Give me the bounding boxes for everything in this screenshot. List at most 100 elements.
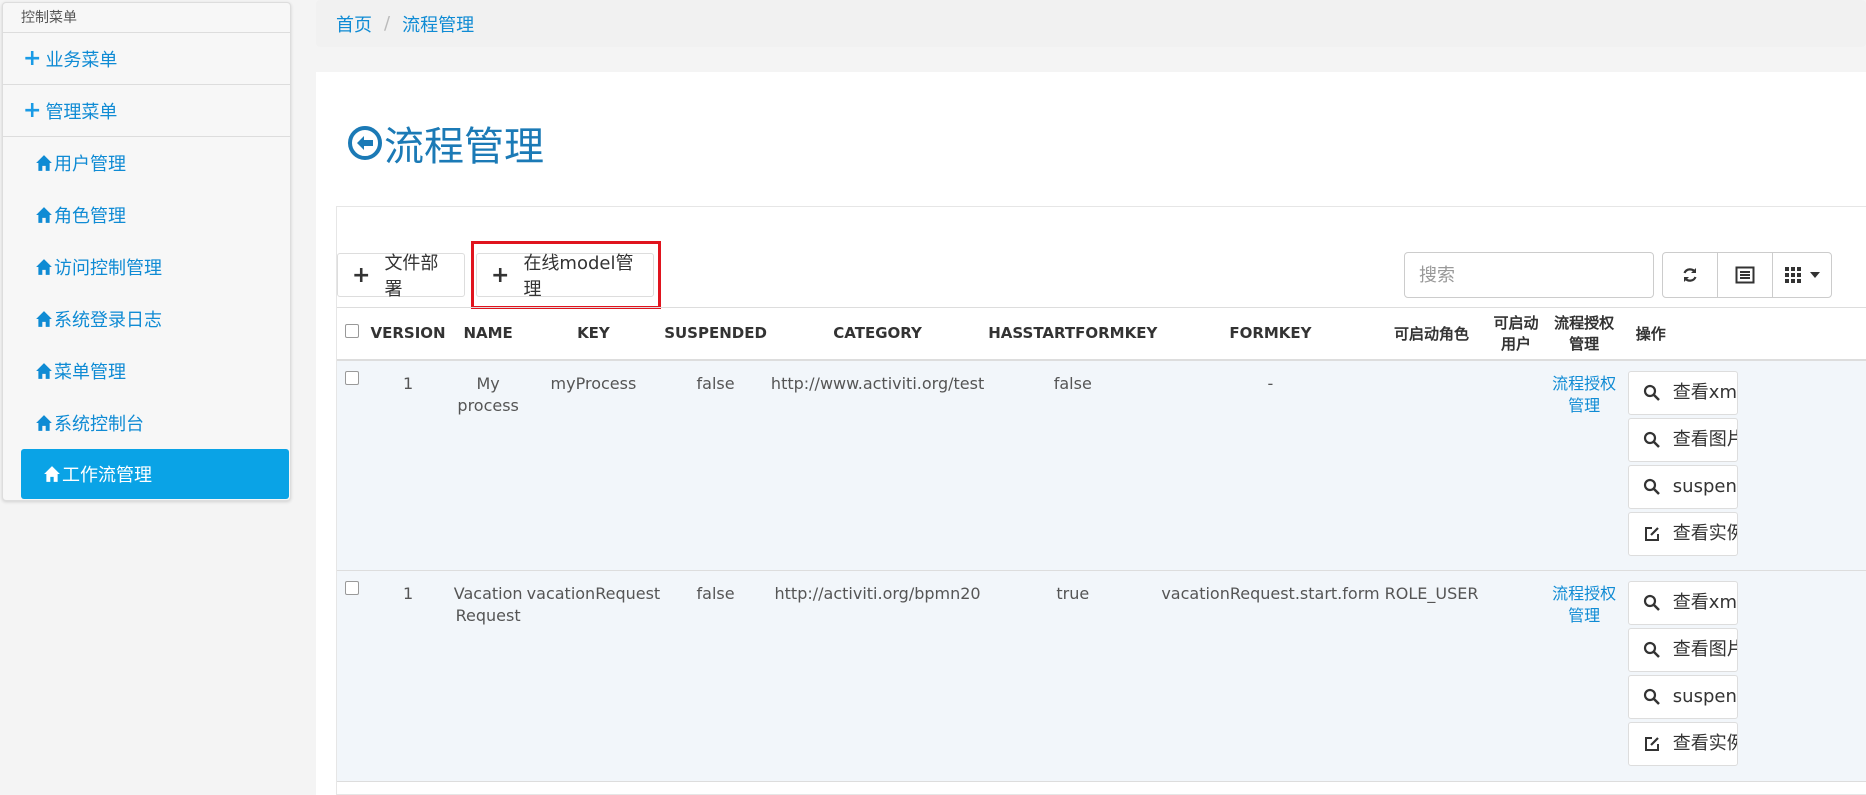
breadcrumb-home[interactable]: 首页 bbox=[336, 11, 372, 37]
select-all-cell bbox=[337, 308, 367, 360]
row-checkbox[interactable] bbox=[344, 581, 359, 595]
cell-roles bbox=[1380, 360, 1484, 571]
search-input[interactable] bbox=[1404, 252, 1654, 298]
circle-arrow-left-icon[interactable] bbox=[348, 126, 382, 160]
cell-auth: 流程授权管理 bbox=[1549, 360, 1620, 571]
op-label: suspend bbox=[1672, 686, 1737, 707]
column-header[interactable]: 操作 bbox=[1620, 308, 1866, 360]
refresh-button[interactable] bbox=[1662, 252, 1718, 298]
column-header[interactable]: KEY bbox=[527, 308, 661, 360]
table-row: 1 Vacation Request vacationRequest false… bbox=[337, 570, 1866, 782]
search-icon bbox=[1643, 594, 1660, 611]
home-icon bbox=[36, 311, 52, 327]
column-header[interactable]: VERSION bbox=[367, 308, 450, 360]
cell-suspended: false bbox=[696, 373, 735, 393]
breadcrumb-separator: / bbox=[384, 13, 391, 34]
op-label: 查看xml bbox=[1672, 592, 1738, 613]
auth-manage-link[interactable]: 流程授权管理 bbox=[1552, 374, 1616, 415]
caret-down-icon bbox=[1810, 272, 1820, 278]
columns-dropdown-button[interactable] bbox=[1772, 252, 1832, 298]
cell-roles: ROLE_USER bbox=[1384, 584, 1479, 603]
cell-category: http://www.activiti.org/test bbox=[770, 373, 985, 393]
home-icon bbox=[36, 363, 52, 379]
cell-version: 1 bbox=[402, 373, 414, 393]
op-label: 查看实例 bbox=[1672, 522, 1738, 544]
sidebar-item-login-log[interactable]: 系统登录日志 bbox=[3, 293, 290, 345]
column-header[interactable]: CATEGORY bbox=[771, 308, 984, 360]
cell-formkey: - bbox=[1267, 373, 1274, 393]
home-icon bbox=[36, 259, 52, 275]
column-header[interactable]: 流程授权管理 bbox=[1549, 308, 1620, 360]
search-icon bbox=[1643, 384, 1660, 401]
edit-icon bbox=[1644, 737, 1659, 751]
column-header[interactable]: 可启动角色 bbox=[1380, 308, 1484, 360]
view-image-button[interactable]: 查看图片 bbox=[1627, 417, 1738, 462]
view-instances-button[interactable]: 查看实例 bbox=[1627, 722, 1738, 766]
home-icon bbox=[44, 466, 60, 482]
column-header[interactable]: HASSTARTFORMKEY bbox=[984, 308, 1161, 360]
column-header[interactable]: SUSPENDED bbox=[660, 308, 771, 360]
sidebar-item-label: 工作流管理 bbox=[62, 465, 152, 486]
column-header[interactable]: 可启动用户 bbox=[1484, 308, 1549, 360]
home-icon bbox=[36, 207, 52, 223]
column-header[interactable]: NAME bbox=[450, 308, 527, 360]
highlight-box bbox=[471, 241, 661, 309]
toggle-view-button[interactable] bbox=[1717, 252, 1773, 298]
sidebar-item-label: 访问控制管理 bbox=[54, 258, 162, 279]
sidebar-item-label: 用户管理 bbox=[54, 154, 126, 175]
cell-hasstartformkey: false bbox=[1053, 373, 1092, 393]
sidebar: 控制菜单 + 业务菜单 + 管理菜单 用户管理 角色管理 访问控制管理 系统登录… bbox=[2, 2, 291, 501]
row-checkbox[interactable] bbox=[344, 370, 359, 385]
auth-manage-link[interactable]: 流程授权管理 bbox=[1552, 584, 1616, 625]
op-label: 查看图片 bbox=[1672, 428, 1738, 450]
cell-formkey: vacationRequest.start.form bbox=[1161, 584, 1380, 603]
view-xml-button[interactable]: 查看xml bbox=[1627, 581, 1738, 625]
view-image-button[interactable]: 查看图片 bbox=[1627, 628, 1738, 672]
view-xml-button[interactable]: 查看xml bbox=[1627, 370, 1738, 415]
list-icon bbox=[1735, 266, 1755, 284]
plus-icon: + bbox=[352, 262, 371, 288]
cell-version: 1 bbox=[402, 584, 414, 603]
cell-name: My process bbox=[457, 373, 519, 415]
deploy-button[interactable]: + 文件部署 bbox=[337, 253, 465, 300]
suspend-button[interactable]: suspend bbox=[1627, 464, 1738, 509]
page-title-text: 流程管理 bbox=[384, 124, 544, 170]
sidebar-group-admin[interactable]: + 管理菜单 bbox=[3, 85, 290, 137]
table-row: 1 My process myProcess false http://www.… bbox=[337, 359, 1866, 571]
plus-icon: + bbox=[23, 46, 42, 71]
sidebar-item-users[interactable]: 用户管理 bbox=[3, 137, 290, 189]
sidebar-group-label: 业务菜单 bbox=[45, 49, 118, 71]
row-select-cell bbox=[337, 571, 367, 782]
search-icon bbox=[1643, 688, 1660, 705]
cell-auth: 流程授权管理 bbox=[1549, 571, 1620, 782]
suspend-button[interactable]: suspend bbox=[1627, 675, 1738, 719]
edit-icon bbox=[1644, 526, 1659, 541]
sidebar-item-workflow[interactable]: 工作流管理 bbox=[21, 449, 289, 499]
sidebar-group-business[interactable]: + 业务菜单 bbox=[3, 33, 290, 85]
column-header[interactable]: FORMKEY bbox=[1161, 308, 1379, 360]
grid-icon bbox=[1785, 267, 1801, 283]
cell-suspended: false bbox=[696, 584, 735, 603]
cell-name: Vacation Request bbox=[453, 584, 523, 625]
sidebar-item-roles[interactable]: 角色管理 bbox=[3, 189, 290, 241]
cell-ops: 查看xml 查看图片 suspend 查看实例 bbox=[1620, 571, 1866, 782]
breadcrumb-current[interactable]: 流程管理 bbox=[402, 11, 474, 37]
sidebar-item-label: 系统控制台 bbox=[54, 414, 144, 435]
sidebar-item-menus[interactable]: 菜单管理 bbox=[3, 345, 290, 397]
table-panel: + 文件部署 + 在线model管理 搜索 VERSION NAME KEY S… bbox=[336, 206, 1866, 795]
op-label: 查看xml bbox=[1672, 381, 1738, 403]
select-all-checkbox[interactable] bbox=[344, 324, 359, 339]
cell-users bbox=[1484, 360, 1549, 571]
sidebar-item-console[interactable]: 系统控制台 bbox=[3, 397, 290, 449]
op-label: 查看实例 bbox=[1672, 733, 1738, 754]
home-icon bbox=[36, 155, 52, 171]
sidebar-item-label: 菜单管理 bbox=[54, 362, 126, 383]
row-select-cell bbox=[337, 360, 367, 571]
refresh-icon bbox=[1683, 268, 1697, 282]
sidebar-item-label: 角色管理 bbox=[54, 206, 126, 227]
page-title: 流程管理 bbox=[348, 114, 544, 172]
process-table: VERSION NAME KEY SUSPENDED CATEGORY HASS… bbox=[337, 307, 1866, 782]
sidebar-item-access-control[interactable]: 访问控制管理 bbox=[3, 241, 290, 293]
view-instances-button[interactable]: 查看实例 bbox=[1627, 511, 1738, 556]
search-icon bbox=[1643, 478, 1660, 495]
